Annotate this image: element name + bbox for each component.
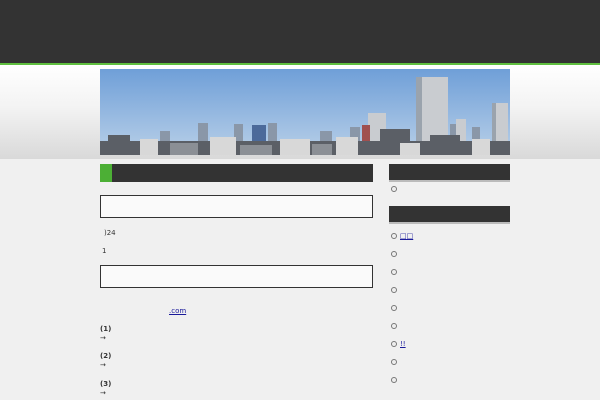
sidebar-link[interactable] [400, 376, 413, 384]
list-item-title: (1) [100, 325, 112, 333]
sidebar-header [389, 164, 510, 182]
bullet-icon [391, 359, 397, 365]
content-box [100, 265, 373, 288]
sidebar-item[interactable] [391, 286, 415, 296]
arrow-icon[interactable]: → [100, 334, 106, 342]
bullet-icon [391, 341, 397, 347]
bullet-icon [391, 269, 397, 275]
sidebar-link[interactable] [400, 250, 410, 258]
header-banner-image [100, 69, 510, 155]
sidebar-item[interactable] [391, 304, 437, 314]
bullet-icon [391, 305, 397, 311]
bullet-icon [391, 233, 397, 239]
content-box [100, 195, 373, 218]
sidebar-link[interactable] [400, 322, 406, 330]
list-item-title: (2) [100, 352, 112, 360]
sidebar-item[interactable]: □□ [391, 232, 419, 242]
sidebar-link[interactable] [400, 358, 406, 366]
sidebar-item[interactable] [391, 250, 410, 260]
sidebar-item [391, 185, 400, 195]
sidebar-item[interactable] [391, 358, 406, 368]
bullet-icon [391, 323, 397, 329]
main-text-line: )24 [104, 229, 116, 237]
sidebar-item[interactable] [391, 268, 406, 278]
bullet-icon [391, 377, 397, 383]
top-bar [0, 0, 600, 63]
sidebar-link[interactable]: !! [400, 340, 408, 348]
sidebar-link[interactable] [400, 268, 406, 276]
arrow-icon[interactable]: → [100, 389, 106, 397]
bullet-icon [391, 251, 397, 257]
list-item-title: (3) [100, 380, 112, 388]
bullet-icon [391, 186, 397, 192]
sidebar-link[interactable] [400, 304, 437, 312]
main-section-header [100, 164, 373, 182]
sidebar-link[interactable]: □□ [400, 232, 419, 240]
sidebar-header [389, 206, 510, 224]
arrow-icon[interactable]: → [100, 361, 106, 369]
sidebar-item[interactable] [391, 322, 406, 332]
sidebar-item[interactable] [391, 376, 413, 386]
section-accent [100, 164, 112, 182]
main-text-line: 1 [102, 247, 107, 255]
bullet-icon [391, 287, 397, 293]
main-link[interactable]: .com [163, 307, 190, 315]
sidebar-item[interactable]: !! [391, 340, 408, 350]
sidebar-link[interactable] [400, 286, 415, 294]
